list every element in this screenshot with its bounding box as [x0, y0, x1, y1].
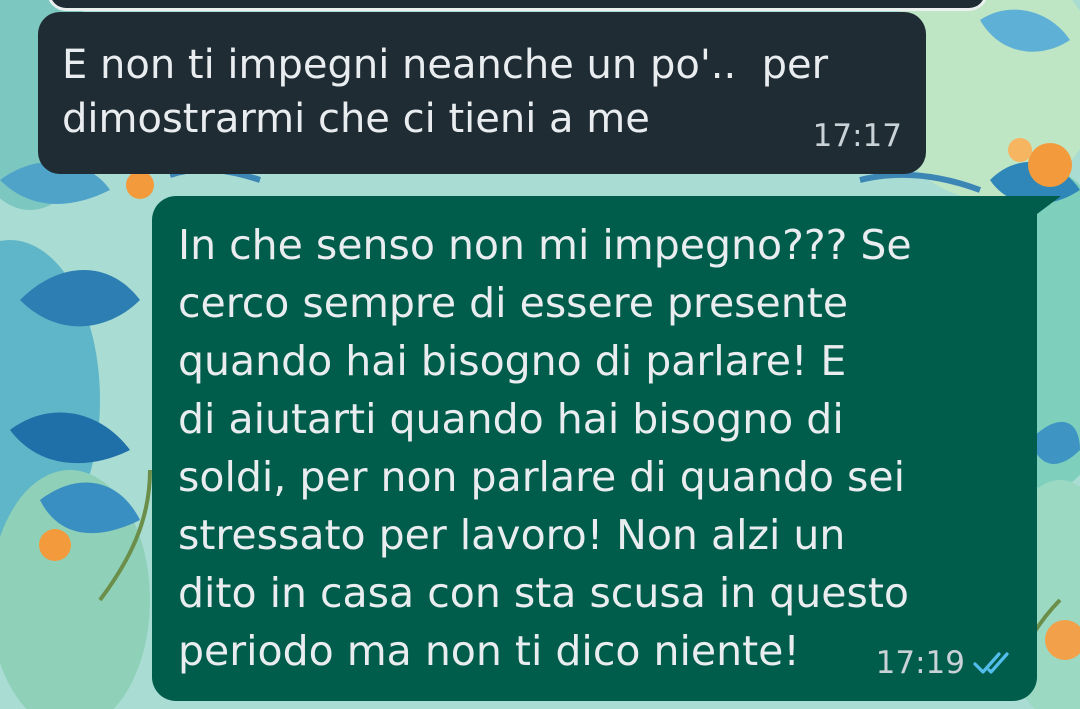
message-meta: 17:19 — [876, 645, 1017, 681]
message-meta: 17:17 — [813, 118, 902, 154]
message-time: 17:17 — [812, 118, 902, 154]
previous-message-bubble-edge — [50, 0, 985, 8]
bubble-tail — [1037, 196, 1061, 214]
message-time: 17:19 — [875, 645, 965, 681]
double-check-read-icon — [973, 650, 1017, 676]
message-text: In che senso non mi impegno??? Se cerco … — [178, 221, 912, 675]
message-text: E non ti impegni neanche un po'.. per di… — [62, 42, 829, 142]
outgoing-message-bubble[interactable]: In che senso non mi impegno??? Se cerco … — [152, 196, 1061, 701]
incoming-message-bubble[interactable]: E non ti impegni neanche un po'.. per di… — [38, 12, 926, 174]
